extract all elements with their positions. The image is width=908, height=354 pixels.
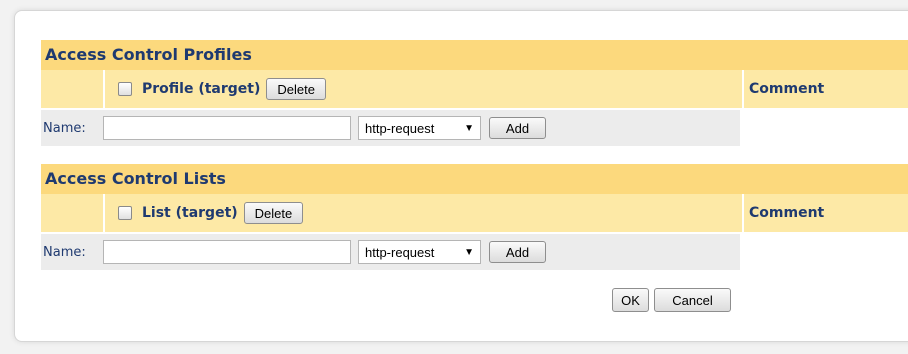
lists-header-row: List (target) Delete Comment — [41, 194, 908, 232]
chevron-down-icon: ▼ — [464, 246, 474, 258]
lists-comment-header: Comment — [744, 194, 908, 232]
lists-name-input[interactable] — [103, 240, 351, 264]
chevron-down-icon: ▼ — [464, 122, 474, 134]
lists-select-all-checkbox[interactable] — [118, 206, 132, 220]
lists-type-value: http-request — [365, 244, 435, 260]
profiles-comment-header: Comment — [744, 70, 908, 108]
profiles-target-label: Profile (target) — [142, 81, 261, 97]
profiles-name-row: Name: http-request ▼ Add — [41, 108, 908, 146]
profiles-header-target: Profile (target) Delete — [105, 70, 742, 108]
profiles-section-title: Access Control Profiles — [41, 40, 908, 70]
lists-type-select[interactable]: http-request ▼ — [358, 240, 481, 264]
profiles-name-label: Name: — [43, 120, 86, 136]
profiles-delete-button[interactable]: Delete — [266, 78, 326, 100]
cancel-button[interactable]: Cancel — [654, 288, 731, 312]
profiles-header-row: Profile (target) Delete Comment — [41, 70, 908, 108]
lists-section: Access Control Lists List (target) Delet… — [41, 164, 908, 270]
lists-section-title: Access Control Lists — [41, 164, 908, 194]
lists-name-cell: Name: http-request ▼ Add — [41, 234, 740, 270]
lists-delete-button[interactable]: Delete — [243, 202, 304, 224]
profiles-name-cell: Name: http-request ▼ Add — [41, 110, 740, 146]
lists-name-label: Name: — [43, 244, 86, 260]
profiles-section: Access Control Profiles Profile (target)… — [41, 40, 908, 146]
profiles-type-value: http-request — [365, 120, 435, 136]
lists-header-blank — [41, 194, 103, 232]
footer-actions: OK Cancel — [612, 288, 731, 312]
lists-name-row: Name: http-request ▼ Add — [41, 232, 908, 270]
ok-button[interactable]: OK — [612, 288, 649, 312]
profiles-type-select[interactable]: http-request ▼ — [358, 116, 481, 140]
profiles-header-blank — [41, 70, 103, 108]
lists-header-target: List (target) Delete — [105, 194, 742, 232]
lists-add-button[interactable]: Add — [489, 241, 546, 263]
lists-target-label: List (target) — [142, 205, 238, 221]
profiles-select-all-checkbox[interactable] — [118, 82, 132, 96]
profiles-add-button[interactable]: Add — [489, 117, 546, 139]
profiles-name-input[interactable] — [103, 116, 351, 140]
